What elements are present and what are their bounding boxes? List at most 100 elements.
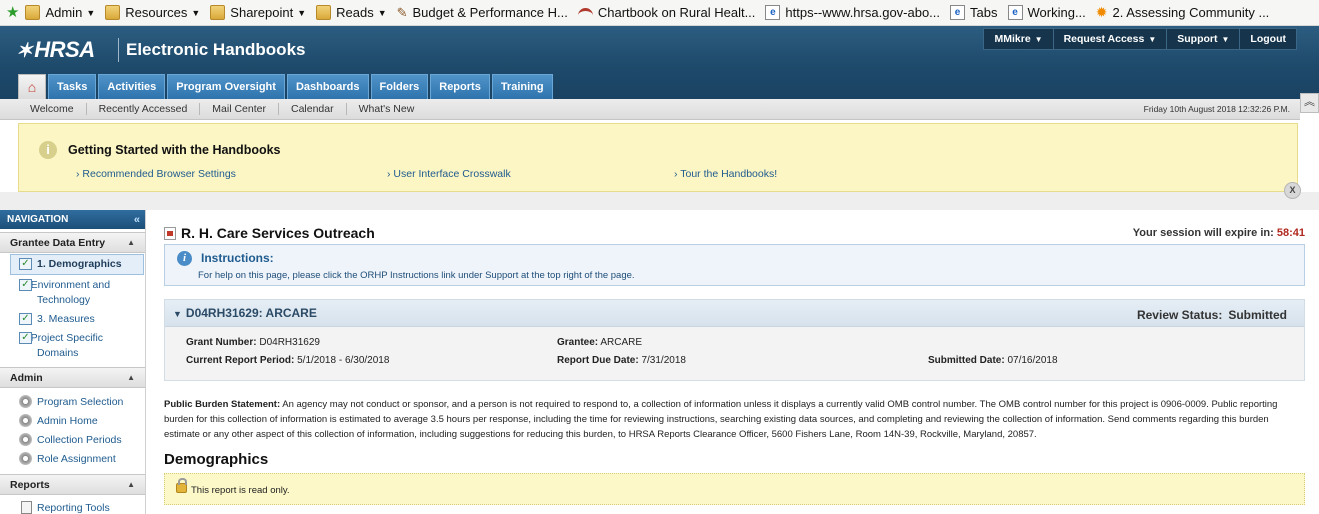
bookmark-tabs[interactable]: e Tabs [950, 5, 998, 20]
main-tabs: ⌂ Tasks Activities Program Oversight Das… [18, 74, 555, 99]
subnav-calendar[interactable]: Calendar [279, 103, 347, 115]
page-title: R. H. Care Services Outreach [164, 225, 375, 241]
read-only-notice: This report is read only. [164, 473, 1305, 505]
tab-dashboards[interactable]: Dashboards [286, 74, 369, 99]
nav-item-demographics[interactable]: ✓ 1. Demographics [10, 254, 144, 275]
sub-navigation: Welcome Recently Accessed Mail Center Ca… [0, 99, 1300, 120]
home-icon: ⌂ [27, 79, 37, 95]
triangle-up-icon: ▲ [127, 480, 135, 489]
checkbox-checked-icon: ✓ [19, 279, 32, 291]
nav-section-admin[interactable]: Admin ▲ [0, 367, 145, 388]
hrsa-logo[interactable]: ✶ HRSA [16, 37, 95, 63]
chevron-down-icon: ▼ [1148, 34, 1157, 44]
support-menu[interactable]: Support ▼ [1167, 29, 1241, 49]
request-access-menu[interactable]: Request Access ▼ [1054, 29, 1168, 49]
field-report-due-date: Report Due Date: 7/31/2018 [557, 355, 686, 366]
chevron-down-icon: ▼ [1034, 34, 1043, 44]
bookmarks-bar: ★ Admin ▼ Resources ▼ Sharepoint ▼ Reads ▼ ✎… [0, 0, 1319, 26]
review-status: Review Status: Submitted [1136, 308, 1287, 322]
grant-panel-header[interactable]: ▼ D04RH31629: ARCARE Review Status: Submit… [165, 300, 1304, 327]
gear-icon [19, 433, 32, 446]
eagle-icon: ✶ [16, 39, 33, 62]
tab-reports[interactable]: Reports [430, 74, 490, 99]
field-report-period: Current Report Period: 5/1/2018 - 6/30/2… [186, 355, 390, 366]
nav-item-reporting-tools[interactable]: Reporting Tools [0, 499, 145, 514]
tab-folders[interactable]: Folders [370, 74, 429, 99]
nav-item-collection-periods[interactable]: Collection Periods [0, 431, 145, 450]
subnav-recently-accessed[interactable]: Recently Accessed [87, 103, 201, 115]
triangle-up-icon: ▲ [127, 373, 135, 382]
gear-icon [19, 452, 32, 465]
double-chevron-up-icon: ︽ [1304, 96, 1315, 108]
bookmark-sharepoint[interactable]: Sharepoint ▼ [210, 5, 306, 20]
bookmark-hrsa-about[interactable]: e https--www.hrsa.gov-abo... [765, 5, 940, 20]
chevron-down-icon: ▼ [297, 7, 307, 18]
main-content: R. H. Care Services Outreach Your sessio… [164, 210, 1305, 514]
bookmark-resources[interactable]: Resources ▼ [105, 5, 200, 20]
nav-item-program-selection[interactable]: Program Selection [0, 393, 145, 412]
tab-program-oversight[interactable]: Program Oversight [167, 74, 285, 99]
tab-activities[interactable]: Activities [98, 74, 166, 99]
close-icon: X [1289, 185, 1296, 195]
nav-item-project-specific-domains[interactable]: ✓ 4. Project Specific Domains [0, 329, 145, 363]
field-grantee: Grantee: ARCARE [557, 337, 643, 348]
read-only-text: This report is read only. [191, 485, 290, 496]
instructions-title: Instructions: [201, 251, 274, 265]
info-icon: i [39, 141, 57, 159]
sun-icon: ✹ [1095, 4, 1108, 20]
chevron-down-icon: ▼ [86, 7, 96, 18]
nav-section-reports[interactable]: Reports ▲ [0, 474, 145, 495]
link-tour-handbooks[interactable]: › Tour the Handbooks! [674, 168, 777, 180]
ie-icon: e [1007, 5, 1023, 20]
tab-tasks[interactable]: Tasks [48, 74, 97, 99]
link-browser-settings[interactable]: › Recommended Browser Settings [76, 168, 236, 180]
bookmark-working[interactable]: e Working... [1007, 5, 1086, 20]
nav-section-grantee-data-entry[interactable]: Grantee Data Entry ▲ [0, 232, 145, 253]
info-icon: i [177, 251, 192, 266]
lock-icon [176, 478, 187, 493]
top-links: MMikre ▼ Request Access ▼ Support ▼ Logout [983, 28, 1297, 50]
bookmark-budget[interactable]: ✎ Budget & Performance H... [397, 5, 568, 20]
nav-header: NAVIGATION « [0, 210, 145, 229]
collapse-nav-icon[interactable]: « [134, 214, 140, 226]
user-menu[interactable]: MMikre ▼ [984, 29, 1054, 49]
bookmark-chartbook[interactable]: Chartbook on Rural Healt... [577, 5, 755, 20]
review-status-value: Submitted [1228, 308, 1287, 322]
tab-home[interactable]: ⌂ [18, 74, 46, 99]
close-banner-button[interactable]: X [1284, 182, 1301, 199]
bookmark-reads[interactable]: Reads ▼ [316, 5, 387, 20]
app-header: ✶ HRSA Electronic Handbooks MMikre ▼ Reque… [0, 26, 1319, 99]
app-title: Electronic Handbooks [126, 40, 306, 59]
instructions-panel: i Instructions: For help on this page, p… [164, 244, 1305, 286]
subnav-whats-new[interactable]: What's New [347, 103, 427, 115]
getting-started-banner: i Getting Started with the Handbooks › R… [18, 123, 1298, 192]
nav-item-role-assignment[interactable]: Role Assignment [0, 450, 145, 469]
bookmark-admin[interactable]: Admin ▼ [25, 5, 95, 20]
current-datetime: Friday 10th August 2018 12:32:26 P.M. [1143, 104, 1290, 114]
folder-icon [105, 5, 121, 20]
folder-icon [316, 5, 332, 20]
chevron-down-icon: ▼ [377, 7, 387, 18]
public-burden-statement: Public Burden Statement: An agency may n… [164, 399, 1278, 440]
subnav-welcome[interactable]: Welcome [18, 103, 87, 115]
report-document-icon [164, 226, 176, 240]
tab-training[interactable]: Training [491, 74, 553, 99]
link-ui-crosswalk[interactable]: › User Interface Crosswalk [387, 168, 511, 180]
nav-item-environment-technology[interactable]: ✓ 2. Environment and Technology [0, 276, 145, 310]
subnav-mail-center[interactable]: Mail Center [200, 103, 279, 115]
section-title-demographics: Demographics [164, 451, 269, 468]
grant-panel: ▼ D04RH31629: ARCARE Review Status: Submit… [164, 299, 1305, 381]
session-time: 58:41 [1276, 227, 1305, 239]
instructions-text: For help on this page, please click the … [198, 270, 635, 281]
favorites-star-icon[interactable]: ★ [6, 5, 19, 20]
gear-icon [19, 395, 32, 408]
gear-icon [19, 414, 32, 427]
collapse-header-button[interactable]: ︽ [1300, 93, 1319, 113]
nav-item-measures[interactable]: ✓ 3. Measures [0, 310, 145, 329]
arc-icon [577, 7, 593, 18]
pen-icon: ✎ [396, 5, 408, 20]
bookmark-assessing[interactable]: ✹ 2. Assessing Community ... [1095, 4, 1270, 21]
logo-divider [118, 38, 119, 62]
logout-link[interactable]: Logout [1240, 29, 1296, 49]
nav-item-admin-home[interactable]: Admin Home [0, 412, 145, 431]
